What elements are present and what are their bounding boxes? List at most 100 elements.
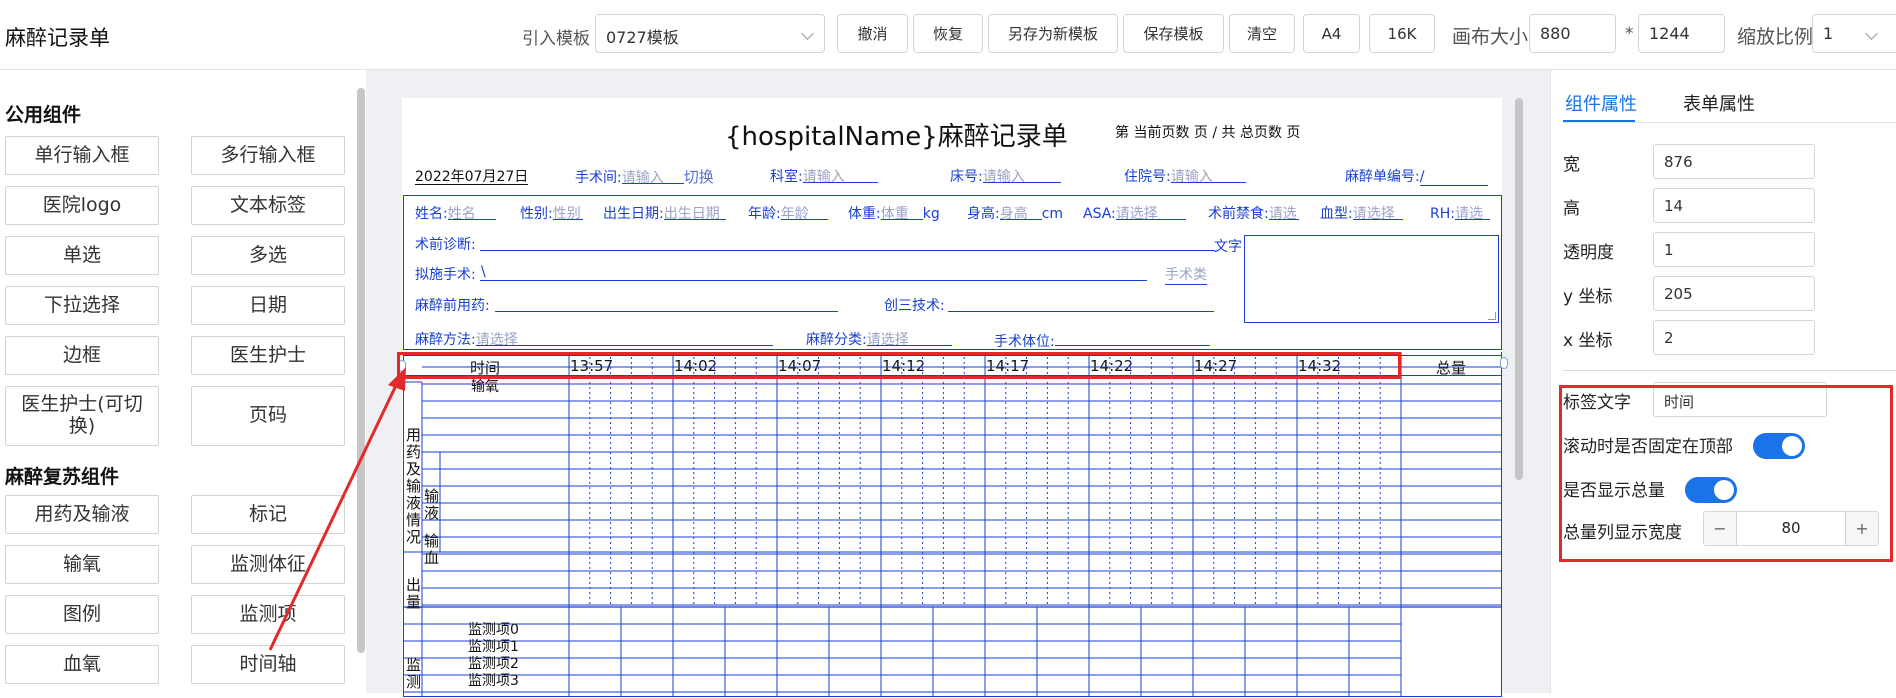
canvas-scrollbar[interactable] xyxy=(1515,98,1523,480)
palette-item-checkbox[interactable]: 多选 xyxy=(191,236,345,275)
fasting-field[interactable]: 术前禁食:请选 xyxy=(1208,203,1299,223)
y-coord-input[interactable]: 205 xyxy=(1653,276,1815,311)
op-room-input[interactable]: 请输入 xyxy=(621,167,684,186)
grid-lines xyxy=(404,352,1501,696)
weight-input[interactable]: 体重 xyxy=(880,203,923,222)
fasting-select[interactable]: 请选 xyxy=(1268,203,1299,222)
save-as-new-template-button[interactable]: 另存为新模板 xyxy=(988,14,1118,53)
zoom-select[interactable]: 1 xyxy=(1812,14,1896,53)
doc-title[interactable]: {hospitalName}麻醉记录单 xyxy=(725,116,1068,153)
asa-label: ASA: xyxy=(1083,206,1116,222)
preop-diagnosis-line[interactable] xyxy=(480,250,1215,251)
doc-date[interactable]: 2022年07月27日 xyxy=(415,166,529,185)
opacity-input[interactable]: 1 xyxy=(1653,232,1815,267)
zoom-label: 缩放比例 xyxy=(1737,26,1814,48)
palette-item-legend[interactable]: 图例 xyxy=(5,595,159,634)
top-toolbar: 麻醉记录单 引入模板 0727模板 撤消 恢复 另存为新模板 保存模板 清空 A… xyxy=(0,0,1896,70)
name-field[interactable]: 姓名:姓名 xyxy=(415,203,496,223)
birth-input[interactable]: 出生日期 xyxy=(663,203,726,222)
save-template-button[interactable]: 保存模板 xyxy=(1123,14,1224,53)
a4-button[interactable]: A4 xyxy=(1303,14,1360,53)
palette-item-hospital-logo[interactable]: 医院logo xyxy=(5,186,159,225)
palette-item-multi-input[interactable]: 多行输入框 xyxy=(191,136,345,175)
premed-line[interactable] xyxy=(495,311,838,312)
canvas-height-input[interactable]: 1244 xyxy=(1638,14,1725,53)
palette-item-radio[interactable]: 单选 xyxy=(5,236,159,275)
height-input[interactable]: 身高 xyxy=(999,203,1042,222)
sex-field[interactable]: 性别:性别 xyxy=(520,203,583,223)
anesthesia-method-select[interactable]: 请选择 xyxy=(475,329,773,348)
birth-field[interactable]: 出生日期:出生日期 xyxy=(603,203,726,223)
surgery-type-select[interactable]: 手术类 xyxy=(1165,264,1207,285)
page-info[interactable]: 第 当前页数 页 / 共 总页数 页 xyxy=(1115,122,1300,142)
dept-input[interactable]: 请输入 xyxy=(802,166,878,185)
palette-item-text-label[interactable]: 文本标签 xyxy=(191,186,345,225)
age-input[interactable]: 年龄 xyxy=(780,203,828,222)
record-no-input[interactable]: / xyxy=(1419,169,1488,186)
palette-item-oxygen[interactable]: 输氧 xyxy=(5,545,159,584)
clear-button[interactable]: 清空 xyxy=(1229,14,1295,53)
admission-input[interactable]: 请输入 xyxy=(1170,166,1246,185)
bed-field[interactable]: 床号:请输入 xyxy=(950,166,1061,186)
tab-component-props[interactable]: 组件属性 xyxy=(1565,90,1637,116)
planned-surgery-value[interactable]: \ xyxy=(481,264,486,280)
x-coord-label: x 坐标 xyxy=(1563,331,1613,351)
text-area[interactable] xyxy=(1244,235,1499,323)
16k-button[interactable]: 16K xyxy=(1369,14,1435,53)
resize-handle-icon[interactable] xyxy=(1488,312,1496,320)
age-field[interactable]: 年龄:年龄 xyxy=(748,203,828,223)
width-input[interactable]: 876 xyxy=(1653,144,1815,179)
rh-select[interactable]: 请选 xyxy=(1454,203,1490,222)
transfusion-label: 输血 xyxy=(424,532,440,567)
anesthesia-class-select[interactable]: 请选择 xyxy=(866,329,952,348)
premed-label: 麻醉前用药: xyxy=(415,298,490,314)
height-unit: cm xyxy=(1041,206,1064,222)
admission-field[interactable]: 住院号:请输入 xyxy=(1124,166,1246,186)
height-label: 身高: xyxy=(967,206,1000,222)
palette-item-single-input[interactable]: 单行输入框 xyxy=(5,136,159,175)
record-no-field[interactable]: 麻醉单编号:/ xyxy=(1345,166,1488,186)
palette-item-spo2[interactable]: 血氧 xyxy=(5,645,159,684)
template-select[interactable]: 0727模板 xyxy=(595,14,825,53)
blood-type-select[interactable]: 请选择 xyxy=(1352,203,1403,222)
position-field[interactable]: 手术体位: xyxy=(994,329,1210,351)
canvas-size-label: 画布大小 xyxy=(1452,26,1529,48)
tab-form-props[interactable]: 表单属性 xyxy=(1683,90,1755,116)
resize-handle-right[interactable] xyxy=(1500,357,1508,369)
canvas-width-input[interactable]: 880 xyxy=(1529,14,1616,53)
switch-link[interactable]: 切换 xyxy=(684,168,714,186)
name-input[interactable]: 姓名 xyxy=(447,203,496,222)
weight-field[interactable]: 体重:体重 kg xyxy=(848,203,940,223)
palette-item-doctor-nurse-switchable[interactable]: 医生护士(可切换) xyxy=(5,386,159,446)
redo-button[interactable]: 恢复 xyxy=(913,14,983,53)
position-input[interactable] xyxy=(1054,329,1210,346)
x-coord-input[interactable]: 2 xyxy=(1653,320,1815,355)
sex-input[interactable]: 性别 xyxy=(552,203,583,222)
height-field[interactable]: 身高:身高 cm xyxy=(967,203,1063,223)
zoom-value: 1 xyxy=(1823,24,1834,43)
monitor-group-label: 监测 xyxy=(406,656,422,691)
bed-label: 床号: xyxy=(950,169,983,185)
planned-surgery-line[interactable] xyxy=(480,280,1147,281)
palette-item-date[interactable]: 日期 xyxy=(191,286,345,325)
bed-input[interactable]: 请输入 xyxy=(982,166,1061,185)
undo-button[interactable]: 撤消 xyxy=(837,14,908,53)
record-no-label: 麻醉单编号: xyxy=(1345,169,1420,185)
palette-item-border[interactable]: 边框 xyxy=(5,336,159,375)
height-input[interactable]: 14 xyxy=(1653,188,1815,223)
dept-field[interactable]: 科室:请输入 xyxy=(770,166,878,186)
height-label: 高 xyxy=(1563,199,1580,219)
palette-item-dropdown[interactable]: 下拉选择 xyxy=(5,286,159,325)
invasive-line[interactable] xyxy=(948,311,1214,312)
anesthesia-class-field[interactable]: 麻醉分类:请选择 xyxy=(806,329,952,349)
anesthesia-method-field[interactable]: 麻醉方法:请选择 xyxy=(415,329,773,349)
op-room-field[interactable]: 手术间:请输入 切换 xyxy=(575,166,714,187)
rh-field[interactable]: RH:请选 xyxy=(1430,203,1490,222)
sex-label: 性别: xyxy=(520,206,553,222)
palette-item-medication-infusion[interactable]: 用药及输液 xyxy=(5,495,159,534)
opacity-label: 透明度 xyxy=(1563,243,1614,263)
text-label: 文字 xyxy=(1214,239,1242,255)
blood-type-field[interactable]: 血型:请选择 xyxy=(1320,203,1403,223)
asa-field[interactable]: ASA:请选择 xyxy=(1083,203,1186,222)
asa-select[interactable]: 请选择 xyxy=(1115,203,1186,222)
